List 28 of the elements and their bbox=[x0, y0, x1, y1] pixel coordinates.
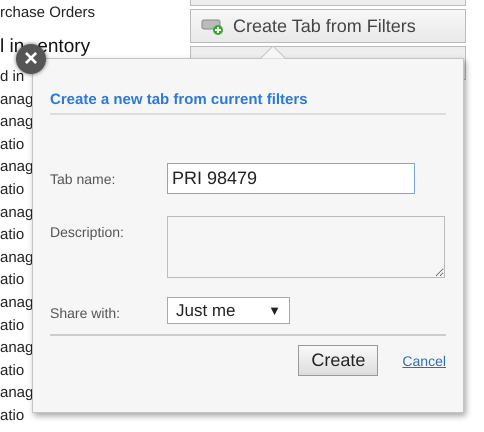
field-label: Tab name: bbox=[50, 170, 116, 187]
list-item: atio bbox=[0, 225, 24, 246]
list-item: atio bbox=[0, 180, 24, 200]
list-item: atio bbox=[0, 406, 24, 426]
description-field[interactable] bbox=[167, 216, 445, 278]
field-label: Description: bbox=[50, 223, 125, 240]
list-item: anag bbox=[0, 157, 34, 178]
list-item: anag bbox=[0, 292, 34, 313]
tab-add-icon bbox=[201, 17, 225, 35]
list-item: atio bbox=[0, 316, 24, 336]
toolbar-button[interactable] bbox=[190, 0, 466, 6]
cancel-link[interactable]: Cancel bbox=[402, 352, 446, 368]
list-item: anag bbox=[0, 383, 34, 404]
list-item: anag bbox=[0, 90, 34, 110]
field-label: Share with: bbox=[50, 304, 122, 321]
list-item: anag bbox=[0, 112, 34, 132]
list-item: atio bbox=[0, 134, 24, 155]
dialog-title: Create a new tab from current filters bbox=[50, 91, 446, 115]
list-item: rchase Orders bbox=[0, 3, 96, 23]
create-button[interactable]: Create bbox=[298, 345, 378, 376]
list-item: anag bbox=[0, 202, 34, 223]
tab-name-field[interactable]: PRI 98479 bbox=[167, 163, 415, 194]
list-item: anag bbox=[0, 338, 34, 358]
create-tab-button[interactable]: Create Tab from Filters bbox=[190, 9, 466, 43]
list-item: atio bbox=[0, 270, 24, 290]
list-item: anag bbox=[0, 248, 34, 268]
share-dropdown[interactable]: Just me ▼ bbox=[167, 297, 290, 324]
list-item: atio bbox=[0, 360, 24, 381]
